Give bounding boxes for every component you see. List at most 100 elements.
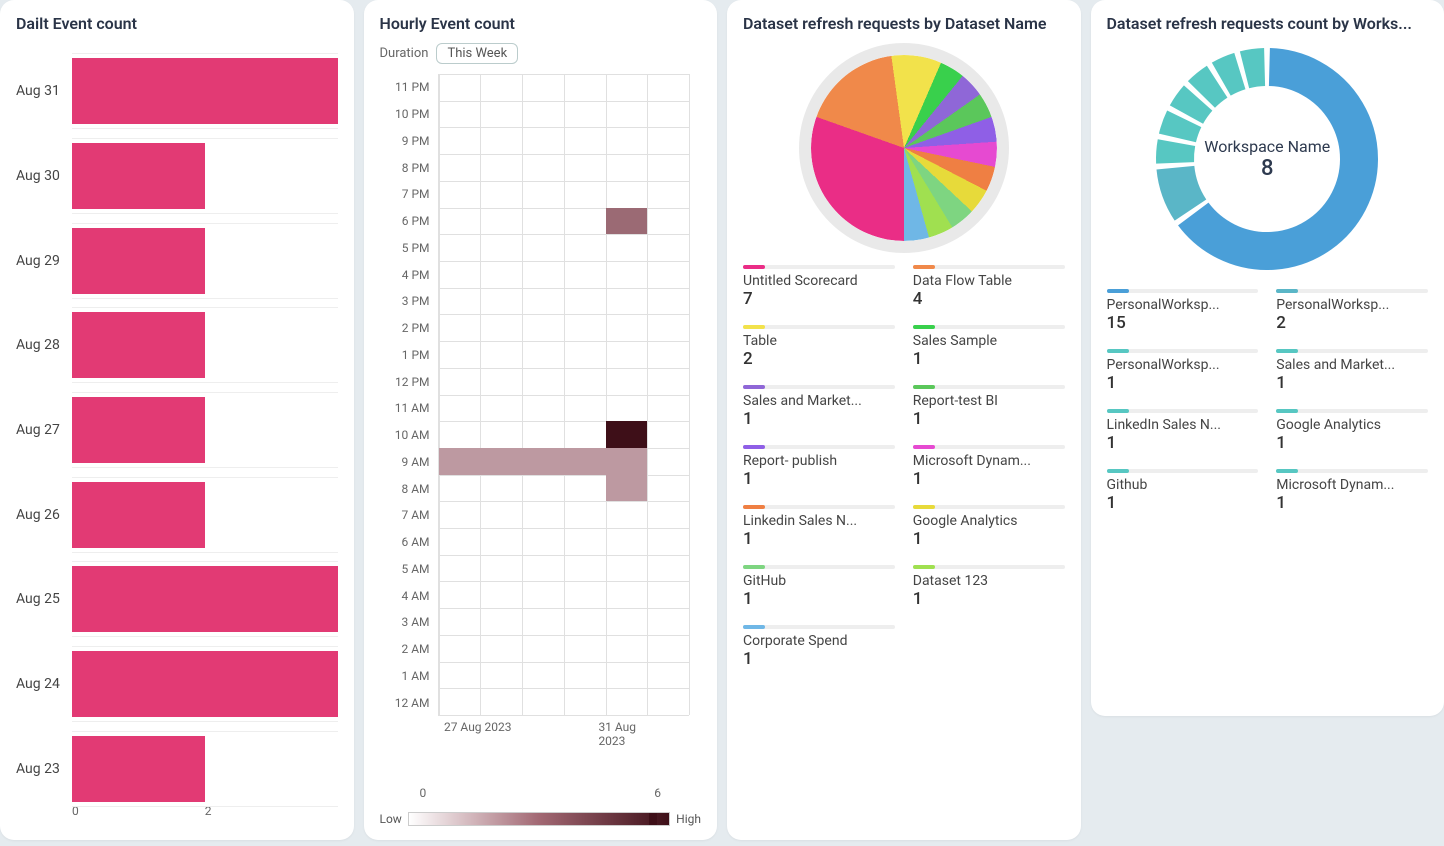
donut-arc[interactable]: [1175, 143, 1176, 163]
scale-low-val: 0: [420, 786, 427, 800]
y-tick: 8 PM: [402, 161, 430, 175]
y-tick: 12 AM: [395, 696, 430, 710]
legend-name: Google Analytics: [1276, 417, 1428, 433]
donut-arc[interactable]: [1178, 119, 1185, 138]
legend-name: Untitled Scorecard: [743, 273, 895, 289]
legend-item[interactable]: Github1: [1107, 469, 1259, 513]
bar-fill: [72, 143, 205, 209]
legend-name: GitHub: [743, 573, 895, 589]
legend-value: 1: [743, 649, 895, 669]
bar-label: Aug 26: [16, 507, 72, 523]
heat-cell[interactable]: [564, 448, 606, 475]
scale-high-label: High: [676, 812, 701, 826]
heat-cell[interactable]: [480, 448, 522, 475]
legend-value: 1: [1107, 493, 1259, 513]
bar-row[interactable]: Aug 29: [16, 218, 338, 303]
legend-item[interactable]: Microsoft Dynam...1: [913, 445, 1065, 489]
heat-cell[interactable]: [606, 475, 648, 502]
legend-name: PersonalWorksp...: [1276, 297, 1428, 313]
legend-item[interactable]: PersonalWorksp...2: [1276, 289, 1428, 333]
legend-item[interactable]: Microsoft Dynam...1: [1276, 469, 1428, 513]
heat-cell[interactable]: [606, 208, 648, 235]
legend-item[interactable]: Dataset 1231: [913, 565, 1065, 609]
legend-value: 1: [913, 349, 1065, 369]
y-tick: 7 AM: [401, 508, 429, 522]
legend-item[interactable]: Corporate Spend1: [743, 625, 895, 669]
heat-cell[interactable]: [522, 448, 564, 475]
legend-value: 1: [1276, 373, 1428, 393]
y-tick: 1 AM: [401, 669, 429, 683]
legend-item[interactable]: Linkedin Sales N...1: [743, 505, 895, 549]
bar-row[interactable]: Aug 28: [16, 303, 338, 388]
card-title: Dailt Event count: [16, 14, 338, 33]
y-tick: 6 PM: [402, 214, 430, 228]
card-title: Hourly Event count: [380, 14, 702, 33]
y-tick: 8 AM: [401, 482, 429, 496]
legend-value: 1: [913, 409, 1065, 429]
bar-label: Aug 27: [16, 422, 72, 438]
legend-value: 1: [1107, 373, 1259, 393]
legend-value: 7: [743, 289, 895, 309]
legend-item[interactable]: PersonalWorksp...1: [1107, 349, 1259, 393]
bar-row[interactable]: Aug 27: [16, 388, 338, 473]
bar-row[interactable]: Aug 24: [16, 642, 338, 727]
bar-row[interactable]: Aug 26: [16, 472, 338, 557]
color-scale: Low High: [380, 812, 702, 826]
donut-arc[interactable]: [1222, 71, 1241, 79]
donut-chart[interactable]: Workspace Name 8: [1155, 47, 1379, 271]
legend-item[interactable]: Sales Sample1: [913, 325, 1065, 369]
y-tick: 1 PM: [402, 348, 430, 362]
legend-item[interactable]: PersonalWorksp...15: [1107, 289, 1259, 333]
bar-label: Aug 24: [16, 676, 72, 692]
y-tick: 9 PM: [402, 134, 430, 148]
legend-value: 2: [743, 349, 895, 369]
bar-label: Aug 28: [16, 337, 72, 353]
duration-chip[interactable]: This Week: [436, 43, 518, 64]
legend-item[interactable]: Data Flow Table4: [913, 265, 1065, 309]
legend-item[interactable]: Untitled Scorecard7: [743, 265, 895, 309]
y-tick: 5 AM: [401, 562, 429, 576]
bar-row[interactable]: Aug 30: [16, 134, 338, 219]
legend-item[interactable]: GitHub1: [743, 565, 895, 609]
heat-cell[interactable]: [439, 448, 481, 475]
bar-row[interactable]: Aug 25: [16, 557, 338, 642]
legend-item[interactable]: Sales and Market...1: [743, 385, 895, 429]
legend-name: Microsoft Dynam...: [1276, 477, 1428, 493]
hourly-event-card: Hourly Event count Duration This Week 11…: [364, 0, 718, 840]
donut-arc[interactable]: [1245, 67, 1265, 70]
scale-high-val: 6: [654, 786, 661, 800]
y-tick: 2 PM: [402, 321, 430, 335]
bar-label: Aug 23: [16, 761, 72, 777]
legend-value: 1: [743, 529, 895, 549]
donut-arc[interactable]: [1202, 82, 1218, 95]
legend-name: Dataset 123: [913, 573, 1065, 589]
heat-cell[interactable]: [606, 448, 648, 475]
y-tick: 4 PM: [402, 268, 430, 282]
bar-row[interactable]: Aug 23: [16, 726, 338, 811]
bar-fill: [72, 651, 338, 717]
legend-value: 1: [743, 589, 895, 609]
x-tick: 27 Aug 2023: [444, 720, 512, 734]
legend-item[interactable]: Sales and Market...1: [1276, 349, 1428, 393]
legend-item[interactable]: Google Analytics1: [913, 505, 1065, 549]
bar-label: Aug 30: [16, 168, 72, 184]
donut-arc[interactable]: [1176, 168, 1191, 210]
x-tick: 31 Aug 2023: [598, 720, 658, 748]
bar-fill: [72, 228, 205, 294]
legend-item[interactable]: Report- publish1: [743, 445, 895, 489]
legend-name: Sales and Market...: [743, 393, 895, 409]
y-tick: 10 PM: [395, 107, 430, 121]
legend-value: 1: [913, 589, 1065, 609]
legend-item[interactable]: Google Analytics1: [1276, 409, 1428, 453]
pie-chart[interactable]: [799, 43, 1009, 253]
legend-item[interactable]: Report-test BI1: [913, 385, 1065, 429]
legend-item[interactable]: LinkedIn Sales N...1: [1107, 409, 1259, 453]
legend-item[interactable]: Table2: [743, 325, 895, 369]
bar-row[interactable]: Aug 31: [16, 49, 338, 134]
heat-cell[interactable]: [606, 421, 648, 448]
legend-name: Table: [743, 333, 895, 349]
donut-arc[interactable]: [1187, 98, 1199, 115]
legend-name: LinkedIn Sales N...: [1107, 417, 1259, 433]
legend-value: 1: [1276, 493, 1428, 513]
card-title: Dataset refresh requests count by Works.…: [1107, 14, 1429, 33]
